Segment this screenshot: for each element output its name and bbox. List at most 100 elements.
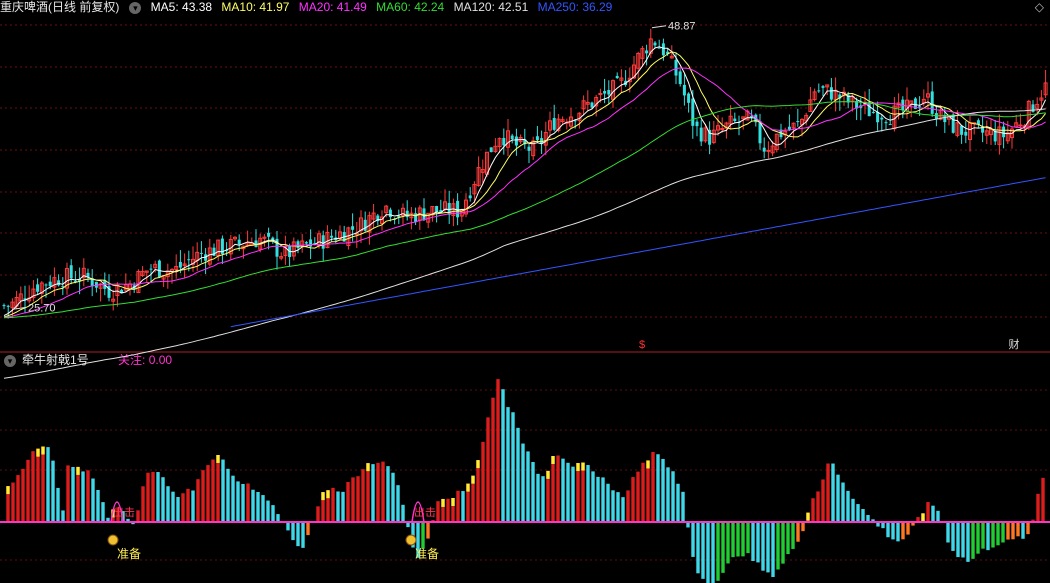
annotation-leader — [651, 25, 667, 29]
histogram-bar — [816, 491, 820, 522]
histogram-bar — [166, 486, 170, 522]
histogram-bar — [756, 522, 760, 563]
histogram-bar — [376, 462, 380, 522]
candle — [435, 206, 439, 212]
candle — [951, 114, 955, 133]
histogram-bar — [866, 514, 870, 522]
histogram-bar — [616, 492, 620, 522]
histogram-bar — [1016, 522, 1020, 537]
candle — [363, 219, 367, 231]
ma-line-ma250 — [230, 177, 1046, 328]
candle — [510, 135, 514, 140]
candle — [615, 75, 619, 79]
histogram-bar — [26, 459, 30, 522]
histogram-bar — [491, 397, 495, 522]
candle — [552, 118, 556, 130]
histogram-bar — [71, 467, 75, 522]
histogram-bar — [581, 462, 585, 522]
histogram-cap — [76, 466, 80, 475]
candle — [187, 259, 191, 261]
histogram-bar — [301, 522, 305, 548]
candle — [535, 136, 539, 141]
histogram-bar — [846, 490, 850, 522]
candle — [960, 125, 964, 135]
histogram-cap — [576, 463, 580, 472]
histogram-cap — [551, 455, 555, 464]
candle — [796, 121, 800, 123]
histogram-cap — [466, 483, 470, 492]
histogram-bar — [736, 522, 740, 557]
histogram-bar — [91, 478, 95, 522]
histogram-bar — [196, 479, 200, 522]
histogram-bar — [501, 389, 505, 522]
histogram-bar — [276, 514, 280, 522]
histogram-bar — [146, 472, 150, 522]
histogram-bar — [556, 455, 560, 522]
histogram-bar — [86, 470, 90, 522]
histogram-cap — [806, 512, 810, 521]
histogram-bar — [401, 504, 405, 522]
signal-label: 准备 — [415, 547, 439, 561]
histogram-bar — [701, 522, 705, 579]
candle — [36, 284, 40, 292]
histogram-bar — [766, 522, 770, 573]
candle — [69, 265, 73, 279]
histogram-cap — [441, 498, 445, 507]
histogram-cap — [471, 475, 475, 484]
histogram-cap — [646, 460, 650, 469]
candle — [321, 235, 325, 249]
histogram-bar — [636, 471, 640, 522]
histogram-bar — [81, 471, 85, 522]
histogram-bar — [696, 522, 700, 574]
histogram-bar — [566, 462, 570, 522]
histogram-bar — [721, 522, 725, 573]
histogram-bar — [231, 475, 235, 522]
candle — [309, 239, 313, 247]
histogram-bar — [991, 522, 995, 548]
histogram-bar — [561, 458, 565, 522]
annotation-high: 48.87 — [668, 21, 696, 33]
candle — [674, 60, 678, 76]
histogram-bar — [356, 476, 360, 522]
candle — [876, 111, 880, 123]
candle — [657, 47, 661, 49]
histogram-bar — [366, 463, 370, 522]
histogram-bar — [436, 501, 440, 522]
histogram-bar — [41, 446, 45, 522]
histogram-bar — [966, 522, 970, 562]
candle — [1002, 126, 1006, 138]
histogram-bar — [346, 482, 350, 522]
histogram-bar — [51, 460, 55, 522]
histogram-bar — [576, 463, 580, 522]
histogram-bar — [771, 522, 775, 577]
histogram-bar — [271, 505, 275, 522]
histogram-bar — [516, 427, 520, 522]
histogram-cap — [41, 446, 45, 455]
candle — [351, 226, 355, 230]
signal-label: 出击 — [113, 505, 135, 519]
histogram-bar — [426, 522, 430, 539]
histogram-bar — [331, 487, 335, 522]
histogram-bar — [296, 522, 300, 547]
histogram-cap — [921, 513, 925, 522]
candle — [149, 268, 153, 270]
candle — [682, 84, 686, 96]
candle — [884, 122, 888, 124]
histogram-bar — [286, 522, 290, 531]
histogram-bar — [676, 483, 680, 522]
candle — [48, 281, 52, 287]
candle — [695, 121, 699, 127]
histogram-bar — [361, 469, 365, 522]
candle — [237, 239, 241, 245]
money-bag-icon — [107, 534, 119, 546]
chart-canvas[interactable]: 48.87 25.70 $ 财准备 准备 出击 出击 — [0, 0, 1050, 583]
histogram-bar — [241, 483, 245, 522]
histogram-bar — [851, 498, 855, 522]
histogram-bar — [251, 489, 255, 522]
histogram-bar — [761, 522, 765, 571]
histogram-bar — [801, 522, 805, 532]
histogram-bar — [316, 506, 320, 522]
event-marker: 财 — [1009, 337, 1020, 351]
histogram-bar — [156, 472, 160, 522]
histogram-bar — [1026, 522, 1030, 535]
